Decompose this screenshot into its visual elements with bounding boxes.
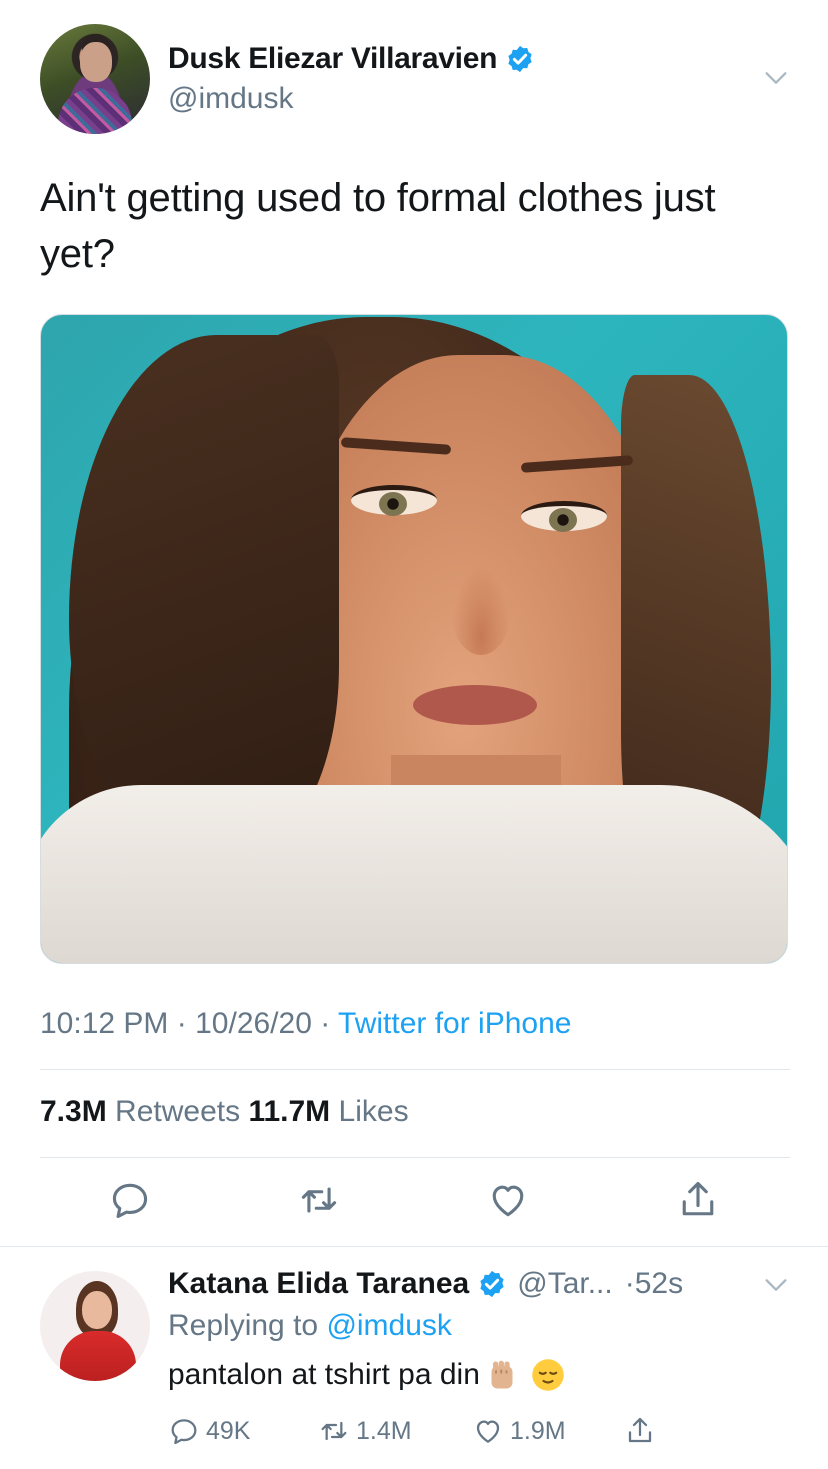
likes-count: 11.7M: [248, 1095, 331, 1128]
tweet-stats: 7.3M Retweets 11.7M Likes: [40, 1095, 409, 1129]
retweets-label: Retweets: [115, 1095, 241, 1128]
reply-text: pantalon at tshirt pa din: [168, 1357, 566, 1393]
raised-fist-emoji: [491, 1360, 513, 1389]
tweet-action-bar: [0, 1178, 828, 1228]
chevron-down-icon[interactable]: [762, 64, 790, 92]
retweets-count: 7.3M: [40, 1095, 107, 1128]
heart-icon: [476, 1420, 500, 1443]
divider: [40, 1157, 790, 1158]
likes-stat[interactable]: 11.7M Likes: [248, 1095, 408, 1128]
tweet-timestamp-line: 10:12 PM · 10/26/20 · Twitter for iPhone: [40, 1007, 571, 1041]
share-icon[interactable]: [676, 1178, 720, 1222]
author-display-name[interactable]: Dusk Eliezar Villaravien: [168, 42, 535, 76]
reply-retweet-count: 1.4M: [356, 1416, 412, 1445]
replying-to-line: Replying to @imdusk: [168, 1309, 452, 1343]
reply-bubble-icon[interactable]: [108, 1178, 152, 1222]
author-handle[interactable]: @imdusk: [168, 82, 293, 116]
reply-author-avatar[interactable]: [40, 1271, 150, 1381]
divider: [40, 1069, 790, 1070]
tweet-source-link[interactable]: Twitter for iPhone: [338, 1007, 571, 1040]
separator: ·: [320, 1007, 331, 1040]
reply-reply-count: 49K: [206, 1416, 251, 1445]
tweet-date: 10/26/20: [195, 1007, 312, 1040]
reply-retweet-button[interactable]: 1.4M: [318, 1415, 412, 1447]
reply-action-bar: 49K 1.4M 1.9M: [168, 1415, 808, 1455]
reply-tweet[interactable]: Katana Elida Taranea @Tar... ·52s Replyi…: [0, 1247, 828, 1469]
tweet-photo[interactable]: [40, 314, 788, 964]
replying-label: Replying to: [168, 1309, 319, 1342]
tweet-header: Dusk Eliezar Villaravien @imdusk: [40, 24, 790, 136]
reply-author-handle[interactable]: @Tar...: [517, 1267, 612, 1301]
reply-like-count: 1.9M: [510, 1416, 566, 1445]
relieved-face-emoji: [532, 1359, 564, 1391]
reply-author-line: Katana Elida Taranea @Tar... ·52s: [168, 1267, 683, 1301]
tweet-text: Ain't getting used to formal clothes jus…: [40, 176, 716, 276]
reply-share-button[interactable]: [624, 1415, 662, 1447]
likes-label: Likes: [338, 1095, 409, 1128]
reply-reply-button[interactable]: 49K: [168, 1415, 250, 1447]
verified-badge-icon: [480, 1270, 504, 1298]
tweet-time: 10:12 PM: [40, 1007, 169, 1040]
reply-author-name[interactable]: Katana Elida Taranea: [168, 1267, 469, 1301]
verified-badge-icon: [508, 45, 532, 73]
retweet-icon[interactable]: [297, 1178, 341, 1222]
share-icon: [628, 1417, 652, 1443]
retweets-stat[interactable]: 7.3M Retweets: [40, 1095, 240, 1128]
reply-text-content: pantalon at tshirt pa din: [168, 1358, 480, 1391]
separator: ·: [176, 1007, 187, 1040]
retweet-icon: [321, 1421, 347, 1441]
heart-icon[interactable]: [486, 1178, 530, 1222]
replying-to-link[interactable]: @imdusk: [326, 1309, 451, 1342]
reply-like-button[interactable]: 1.9M: [472, 1415, 566, 1447]
reply-bubble-icon: [171, 1419, 197, 1445]
reply-time: ·52s: [624, 1267, 684, 1300]
author-name-text[interactable]: Dusk Eliezar Villaravien: [168, 42, 497, 76]
chevron-down-icon[interactable]: [762, 1271, 790, 1299]
author-avatar[interactable]: [40, 24, 150, 134]
